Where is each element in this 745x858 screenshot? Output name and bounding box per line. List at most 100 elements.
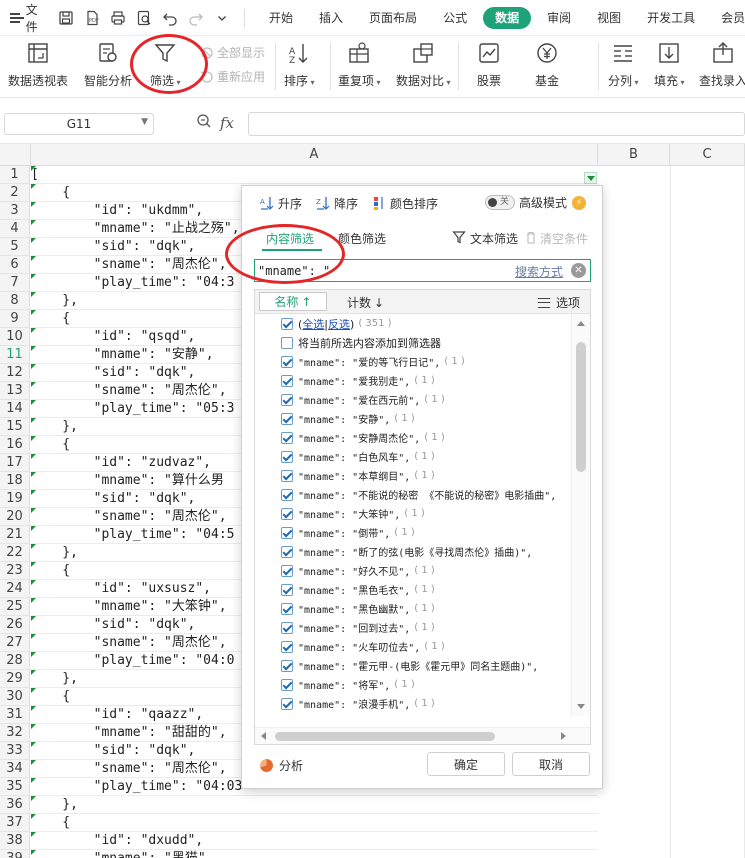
list-item[interactable]: "mname": "断了的弦(电影《寻找周杰伦》插曲)", [255, 542, 571, 561]
item-checkbox[interactable] [281, 545, 293, 558]
tab-5[interactable]: 审阅 [537, 7, 581, 29]
add-to-filter-checkbox[interactable] [281, 336, 293, 349]
tab-6[interactable]: 视图 [587, 7, 631, 29]
search-mode-link[interactable]: 搜索方式 [515, 263, 563, 280]
list-item[interactable]: "mname": "不能说的秘密 《不能说的秘密》电影插曲", [255, 485, 571, 504]
row-header[interactable]: 36 [0, 796, 30, 814]
fx-icon[interactable]: fx [220, 114, 234, 132]
select-all-row[interactable]: (全选|反选) ( 351 ) [255, 314, 571, 333]
list-item[interactable]: "mname": "安静周杰伦",( 1 ) [255, 428, 571, 447]
lookup-entry-button[interactable]: 查找录入 [699, 40, 745, 89]
scrollbar-thumb[interactable] [576, 342, 586, 472]
row-header[interactable]: 39 [0, 850, 30, 858]
list-item[interactable]: "mname": "黑色毛衣",( 1 ) [255, 580, 571, 599]
row-header[interactable]: 4 [0, 220, 30, 238]
tab-4[interactable]: 数据 [483, 6, 532, 29]
row-header[interactable]: 13 [0, 382, 30, 400]
tab-2[interactable]: 页面布局 [359, 7, 427, 29]
item-checkbox[interactable] [281, 412, 293, 425]
list-item[interactable]: "mname": "霍元甲-(电影《霍元甲》同名主题曲)", [255, 656, 571, 675]
item-checkbox[interactable] [281, 431, 293, 444]
undo-icon[interactable] [160, 8, 180, 28]
reapply-button[interactable]: 重新应用 [200, 68, 265, 85]
zoom-search-icon[interactable] [196, 113, 212, 133]
list-vertical-scrollbar[interactable] [571, 314, 590, 716]
print-icon[interactable] [108, 8, 128, 28]
cell-a[interactable]: }, [31, 796, 598, 814]
item-checkbox[interactable] [281, 450, 293, 463]
row-header[interactable]: 23 [0, 562, 30, 580]
redo-icon[interactable] [186, 8, 206, 28]
scroll-left-icon[interactable] [261, 732, 266, 740]
row-header[interactable]: 26 [0, 616, 30, 634]
row-header[interactable]: 29 [0, 670, 30, 688]
row-header[interactable]: 38 [0, 832, 30, 850]
print-preview-icon[interactable] [134, 8, 154, 28]
data-compare-button[interactable]: 数据对比 ▾ [396, 40, 451, 89]
row-header[interactable]: 16 [0, 436, 30, 454]
list-item[interactable]: "mname": "本草纲目",( 1 ) [255, 466, 571, 485]
add-to-filter-row[interactable]: 将当前所选内容添加到筛选器 [255, 333, 571, 352]
formula-input[interactable] [248, 112, 745, 136]
column-filter-dropdown[interactable] [584, 172, 597, 184]
item-checkbox[interactable] [281, 393, 293, 406]
list-item[interactable]: "mname": "大笨钟",( 1 ) [255, 504, 571, 523]
fill-button[interactable]: 填充 ▾ [654, 40, 685, 89]
row-header[interactable]: 18 [0, 472, 30, 490]
item-checkbox[interactable] [281, 564, 293, 577]
list-item[interactable]: "mname": "浪漫手机",( 1 ) [255, 694, 571, 713]
tab-8[interactable]: 会员专 [711, 7, 745, 29]
row-header[interactable]: 33 [0, 742, 30, 760]
tab-0[interactable]: 开始 [259, 7, 303, 29]
clear-search-icon[interactable]: ✕ [571, 263, 586, 278]
text-filter-button[interactable]: 文本筛选 [452, 230, 518, 247]
select-all-link[interactable]: 全选 [302, 318, 324, 331]
cell-a[interactable]: "id": "dxudd", [31, 832, 598, 850]
options-button[interactable]: 选项 [537, 294, 580, 311]
row-header[interactable]: 8 [0, 292, 30, 310]
list-item[interactable]: "mname": "火车叨位去",( 1 ) [255, 637, 571, 656]
fund-button[interactable]: 基金 [534, 40, 560, 89]
column-header-b[interactable]: B [598, 144, 670, 166]
item-checkbox[interactable] [281, 621, 293, 634]
item-checkbox[interactable] [281, 355, 293, 368]
item-checkbox[interactable] [281, 602, 293, 615]
analyze-button[interactable]: 分析 [260, 757, 303, 774]
select-all-checkbox[interactable] [281, 317, 293, 330]
list-item[interactable]: "mname": "倒带",( 1 ) [255, 523, 571, 542]
list-item[interactable]: "mname": "龙拳 (Live)",( 1 ) [255, 713, 571, 716]
cell-a[interactable]: [ [31, 166, 598, 184]
list-item[interactable]: "mname": "回到过去",( 1 ) [255, 618, 571, 637]
row-header[interactable]: 22 [0, 544, 30, 562]
item-checkbox[interactable] [281, 583, 293, 596]
show-all-button[interactable]: 全部显示 [200, 44, 265, 61]
sort-button[interactable]: AZ 排序 ▾ [284, 40, 315, 89]
customize-dropdown-icon[interactable] [212, 8, 232, 28]
list-item[interactable]: "mname": "爱的等飞行日记",( 1 ) [255, 352, 571, 371]
row-header[interactable]: 30 [0, 688, 30, 706]
item-checkbox[interactable] [281, 526, 293, 539]
clear-conditions-button[interactable]: 清空条件 [525, 230, 588, 247]
tab-1[interactable]: 插入 [309, 7, 353, 29]
sort-by-count-button[interactable]: 计数 ↓ [347, 294, 384, 311]
item-checkbox[interactable] [281, 488, 293, 501]
tab-color-filter[interactable]: 颜色筛选 [338, 230, 386, 247]
row-header[interactable]: 3 [0, 202, 30, 220]
list-item[interactable]: "mname": "爱在西元前",( 1 ) [255, 390, 571, 409]
row-header[interactable]: 21 [0, 526, 30, 544]
row-header[interactable]: 28 [0, 652, 30, 670]
list-item[interactable]: "mname": "好久不见",( 1 ) [255, 561, 571, 580]
scroll-right-icon[interactable] [561, 732, 566, 740]
name-box[interactable]: G11 ▼ [4, 113, 154, 135]
cell-a[interactable]: "mname": "黑猫", [31, 850, 598, 858]
sort-ascending-button[interactable]: A 升序 [260, 195, 302, 212]
sort-descending-button[interactable]: Z 降序 [316, 195, 358, 212]
tab-3[interactable]: 公式 [433, 7, 477, 29]
row-header[interactable]: 34 [0, 760, 30, 778]
row-header[interactable]: 37 [0, 814, 30, 832]
row-header[interactable]: 10 [0, 328, 30, 346]
column-header-a[interactable]: A [31, 144, 598, 166]
item-checkbox[interactable] [281, 697, 293, 710]
scroll-up-icon[interactable] [577, 321, 585, 326]
cell-a[interactable]: { [31, 814, 598, 832]
